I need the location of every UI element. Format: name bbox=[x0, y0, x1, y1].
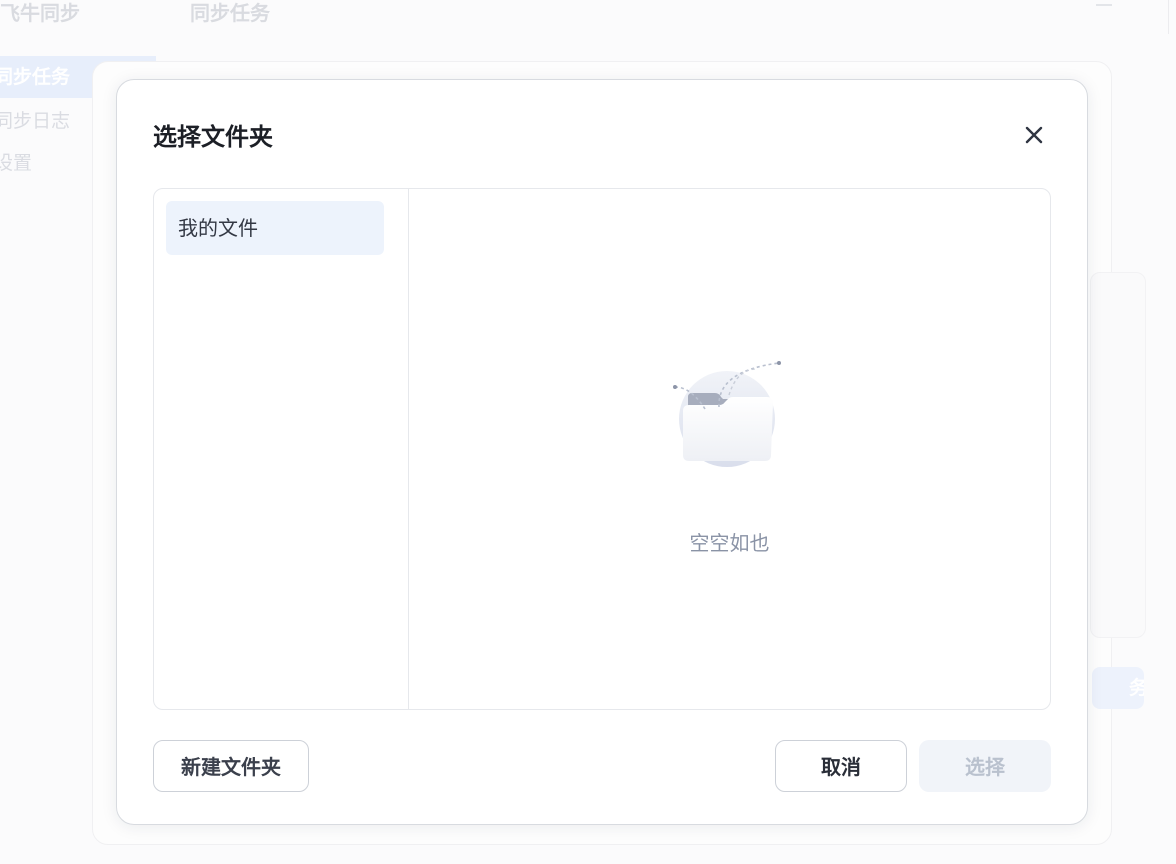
select-folder-dialog: 选择文件夹 我的文件 空空如也 新建文件夹 取消 选择 bbox=[116, 79, 1088, 825]
folder-content: 空空如也 bbox=[409, 189, 1050, 709]
tree-item-my-files[interactable]: 我的文件 bbox=[166, 201, 384, 255]
minimize-icon[interactable] bbox=[1096, 4, 1112, 6]
background-action-button: 务 bbox=[1092, 667, 1144, 709]
background-action-label: 务 bbox=[1128, 677, 1144, 699]
folder-tree: 我的文件 bbox=[154, 189, 409, 709]
cancel-button[interactable]: 取消 bbox=[775, 740, 907, 792]
sidebar-item-settings[interactable]: 设置 bbox=[0, 150, 32, 176]
sidebar-item-sync-logs[interactable]: 同步日志 bbox=[0, 108, 70, 134]
window-divider bbox=[1168, 0, 1169, 34]
page-title: 同步任务 bbox=[190, 1, 270, 25]
dialog-title: 选择文件夹 bbox=[153, 123, 273, 151]
close-icon bbox=[1025, 126, 1043, 144]
folder-browser: 我的文件 空空如也 bbox=[153, 188, 1051, 710]
app-title: 飞牛同步 bbox=[0, 1, 80, 25]
new-folder-button[interactable]: 新建文件夹 bbox=[153, 740, 309, 792]
select-button[interactable]: 选择 bbox=[919, 740, 1051, 792]
empty-state-text: 空空如也 bbox=[689, 531, 770, 555]
background-card bbox=[1090, 272, 1146, 638]
close-button[interactable] bbox=[1017, 118, 1051, 152]
empty-folder-icon bbox=[673, 361, 781, 467]
